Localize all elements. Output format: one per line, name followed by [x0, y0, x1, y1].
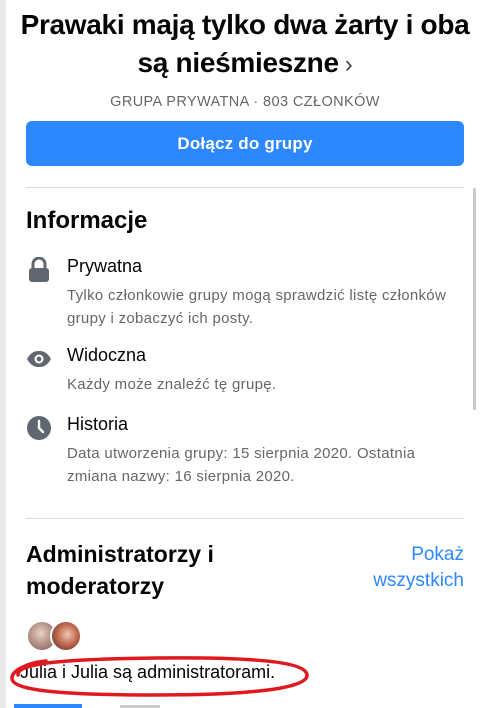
show-all-link[interactable]: Pokaż wszystkich: [354, 542, 464, 594]
info-section-title: Informacje: [26, 207, 148, 234]
chevron-right-icon[interactable]: ›: [345, 51, 353, 78]
divider: [26, 518, 464, 519]
info-item-label: Prywatna: [67, 256, 143, 276]
info-item-label: Historia: [67, 414, 129, 434]
divider: [26, 187, 464, 188]
admins-section-title: Administratorzy i moderatorzy: [26, 541, 214, 599]
group-header: Prawaki mają tylko dwa żarty i oba są ni…: [14, 6, 476, 110]
clock-icon: [26, 415, 52, 441]
info-item-description: Każdy może znaleźć tę grupę.: [67, 376, 277, 393]
tab-indicator: [14, 704, 82, 708]
lock-icon: [26, 257, 52, 283]
group-meta: GRUPA PRYWATNA · 803 CZŁONKÓW: [110, 94, 380, 110]
admin-avatars: [26, 620, 86, 652]
red-highlight-circle: [10, 656, 309, 697]
join-group-button[interactable]: Dołącz do grupy: [26, 121, 464, 166]
info-item-label: Widoczna: [67, 345, 147, 365]
group-title-text: Prawaki mają tylko dwa żarty i oba są ni…: [20, 9, 470, 78]
info-item-description: Tylko członkowie grupy mogą sprawdzić li…: [67, 287, 447, 327]
avatar[interactable]: [50, 620, 82, 652]
group-title[interactable]: Prawaki mają tylko dwa żarty i oba są ni…: [14, 6, 476, 84]
left-edge: [0, 0, 6, 708]
eye-icon: [26, 346, 52, 372]
scrollbar[interactable]: [473, 188, 476, 410]
info-item-description: Data utworzenia grupy: 15 sierpnia 2020.…: [67, 445, 416, 485]
